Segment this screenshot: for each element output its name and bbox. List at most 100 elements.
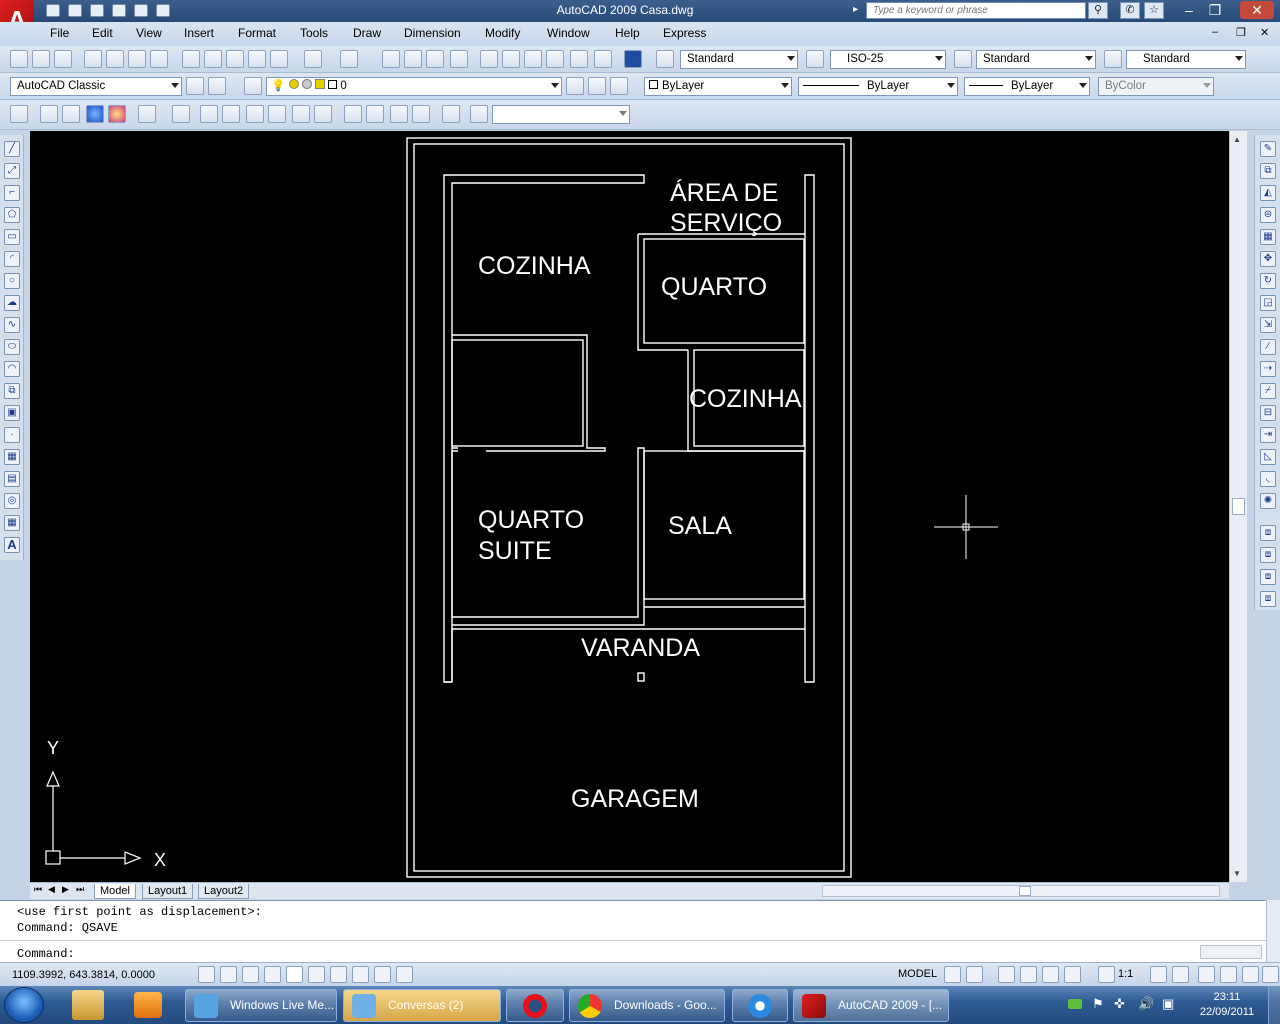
bring-above-icon[interactable]: ⧈ xyxy=(1260,569,1276,585)
ortho-mode-icon[interactable] xyxy=(242,966,259,983)
hatch-icon[interactable]: ▦ xyxy=(4,449,20,465)
menu-draw[interactable]: Draw xyxy=(353,26,381,40)
zoom-status-icon[interactable] xyxy=(1020,966,1037,983)
line-icon[interactable]: ╱ xyxy=(4,141,20,157)
scroll-up-icon[interactable]: ▲ xyxy=(1233,135,1241,144)
zoom-window-icon[interactable] xyxy=(426,50,444,68)
workspace-settings-icon[interactable] xyxy=(186,77,204,95)
ne-iso-view-icon[interactable] xyxy=(390,105,408,123)
status-menu-icon[interactable] xyxy=(1242,966,1259,983)
markup-icon[interactable] xyxy=(570,50,588,68)
fillet-icon[interactable]: ◟ xyxy=(1260,471,1276,487)
chamfer-icon[interactable]: ◺ xyxy=(1260,449,1276,465)
layer-properties-icon[interactable] xyxy=(244,77,262,95)
maximize-button[interactable]: ❐ xyxy=(1202,1,1228,19)
task-windows-live-messenger[interactable]: Windows Live Me... xyxy=(185,989,337,1022)
dynamic-input-icon[interactable] xyxy=(352,966,369,983)
menu-modify[interactable]: Modify xyxy=(485,26,520,40)
menu-express[interactable]: Express xyxy=(663,26,706,40)
mirror-icon[interactable]: ◭ xyxy=(1260,185,1276,201)
lineweight-toggle-icon[interactable] xyxy=(374,966,391,983)
zoom-extents-icon[interactable] xyxy=(470,105,488,123)
front-view-icon[interactable] xyxy=(292,105,310,123)
layer-select[interactable]: 💡 0 xyxy=(266,77,562,96)
revision-cloud-icon[interactable]: ☁ xyxy=(4,295,20,311)
minimize-button[interactable]: – xyxy=(1176,1,1202,19)
zoom-realtime-icon[interactable] xyxy=(404,50,422,68)
erase-icon[interactable]: ✎ xyxy=(1260,141,1276,157)
search-icon[interactable]: ⚲ xyxy=(1088,2,1108,19)
nvidia-tray-icon[interactable] xyxy=(1068,999,1082,1009)
bring-to-front-icon[interactable]: ⧈ xyxy=(1260,525,1276,541)
rectangle-icon[interactable]: ▭ xyxy=(4,229,20,245)
clean-screen-icon[interactable] xyxy=(1262,966,1279,983)
system-clock[interactable]: 23:11 22/09/2011 xyxy=(1192,990,1262,1020)
dynamic-ucs-icon[interactable] xyxy=(330,966,347,983)
redo-icon[interactable] xyxy=(156,4,170,17)
open-file-icon[interactable] xyxy=(32,50,50,68)
redo-toolbar-icon[interactable] xyxy=(340,50,358,68)
task-chrome-downloads[interactable]: Downloads - Goo... xyxy=(569,989,725,1022)
top-view-icon[interactable] xyxy=(200,105,218,123)
lineweight-select[interactable]: ByLayer xyxy=(964,77,1090,96)
task-opera[interactable] xyxy=(506,989,564,1022)
last-tab-icon[interactable]: ⏭ xyxy=(76,884,84,895)
zoom-previous-icon[interactable] xyxy=(450,50,468,68)
layer-previous-icon[interactable] xyxy=(588,77,606,95)
realistic-icon[interactable] xyxy=(86,105,104,123)
qnew-icon[interactable] xyxy=(10,50,28,68)
cut-icon[interactable] xyxy=(182,50,200,68)
toolbar-lock-icon[interactable] xyxy=(1220,966,1237,983)
named-views-icon[interactable] xyxy=(172,105,190,123)
camera-icon[interactable] xyxy=(442,105,460,123)
grid-display-icon[interactable] xyxy=(220,966,237,983)
block-editor-icon[interactable] xyxy=(270,50,288,68)
command-vertical-scrollbar[interactable] xyxy=(1266,900,1280,962)
explode-icon[interactable]: ✺ xyxy=(1260,493,1276,509)
tab-layout2[interactable]: Layout2 xyxy=(198,884,250,899)
explorer-icon[interactable] xyxy=(72,990,104,1020)
open-icon[interactable] xyxy=(68,4,82,17)
menu-dimension[interactable]: Dimension xyxy=(404,26,461,40)
table-style-icon[interactable] xyxy=(954,50,972,68)
pan-icon[interactable] xyxy=(382,50,400,68)
object-snap-icon[interactable] xyxy=(286,966,303,983)
workspace-select[interactable]: AutoCAD Classic xyxy=(10,77,182,96)
scroll-down-icon[interactable]: ▼ xyxy=(1233,869,1241,878)
task-conversas[interactable]: Conversas (2) xyxy=(343,989,501,1022)
table-icon[interactable]: ▦ xyxy=(4,515,20,531)
copy-icon[interactable] xyxy=(204,50,222,68)
circle-icon[interactable]: ○ xyxy=(4,273,20,289)
menu-view[interactable]: View xyxy=(136,26,162,40)
insert-block-icon[interactable]: ⧉ xyxy=(4,383,20,399)
save-file-icon[interactable] xyxy=(54,50,72,68)
menu-insert[interactable]: Insert xyxy=(184,26,214,40)
polyline-icon[interactable]: ⌐ xyxy=(4,185,20,201)
back-view-icon[interactable] xyxy=(314,105,332,123)
quick-view-icon[interactable] xyxy=(966,966,983,983)
layout-icon[interactable] xyxy=(944,966,961,983)
prev-tab-icon[interactable]: ◀ xyxy=(48,884,55,895)
stretch-icon[interactable]: ⇲ xyxy=(1260,317,1276,333)
tool-palettes-icon[interactable] xyxy=(524,50,542,68)
trim-icon[interactable]: ⁄ xyxy=(1260,339,1276,355)
arc-icon[interactable]: ◜ xyxy=(4,251,20,267)
match-properties-icon[interactable] xyxy=(248,50,266,68)
mleader-style-select[interactable]: Standard xyxy=(1126,50,1246,69)
steeringwheel-icon[interactable] xyxy=(1042,966,1059,983)
menu-tools[interactable]: Tools xyxy=(300,26,328,40)
model-space-label[interactable]: MODEL xyxy=(898,968,937,980)
layer-states-icon[interactable] xyxy=(610,77,628,95)
region-icon[interactable]: ◎ xyxy=(4,493,20,509)
undo-toolbar-icon[interactable] xyxy=(304,50,322,68)
point-icon[interactable]: · xyxy=(4,427,20,443)
color-select[interactable]: ByLayer xyxy=(644,77,792,96)
3d-wireframe-icon[interactable] xyxy=(138,105,156,123)
rotate-icon[interactable]: ↻ xyxy=(1260,273,1276,289)
extend-icon[interactable]: ⇢ xyxy=(1260,361,1276,377)
design-center-icon[interactable] xyxy=(502,50,520,68)
paste-icon[interactable] xyxy=(226,50,244,68)
close-button[interactable]: ✕ xyxy=(1240,1,1274,19)
menu-help[interactable]: Help xyxy=(615,26,640,40)
pan-status-icon[interactable] xyxy=(998,966,1015,983)
